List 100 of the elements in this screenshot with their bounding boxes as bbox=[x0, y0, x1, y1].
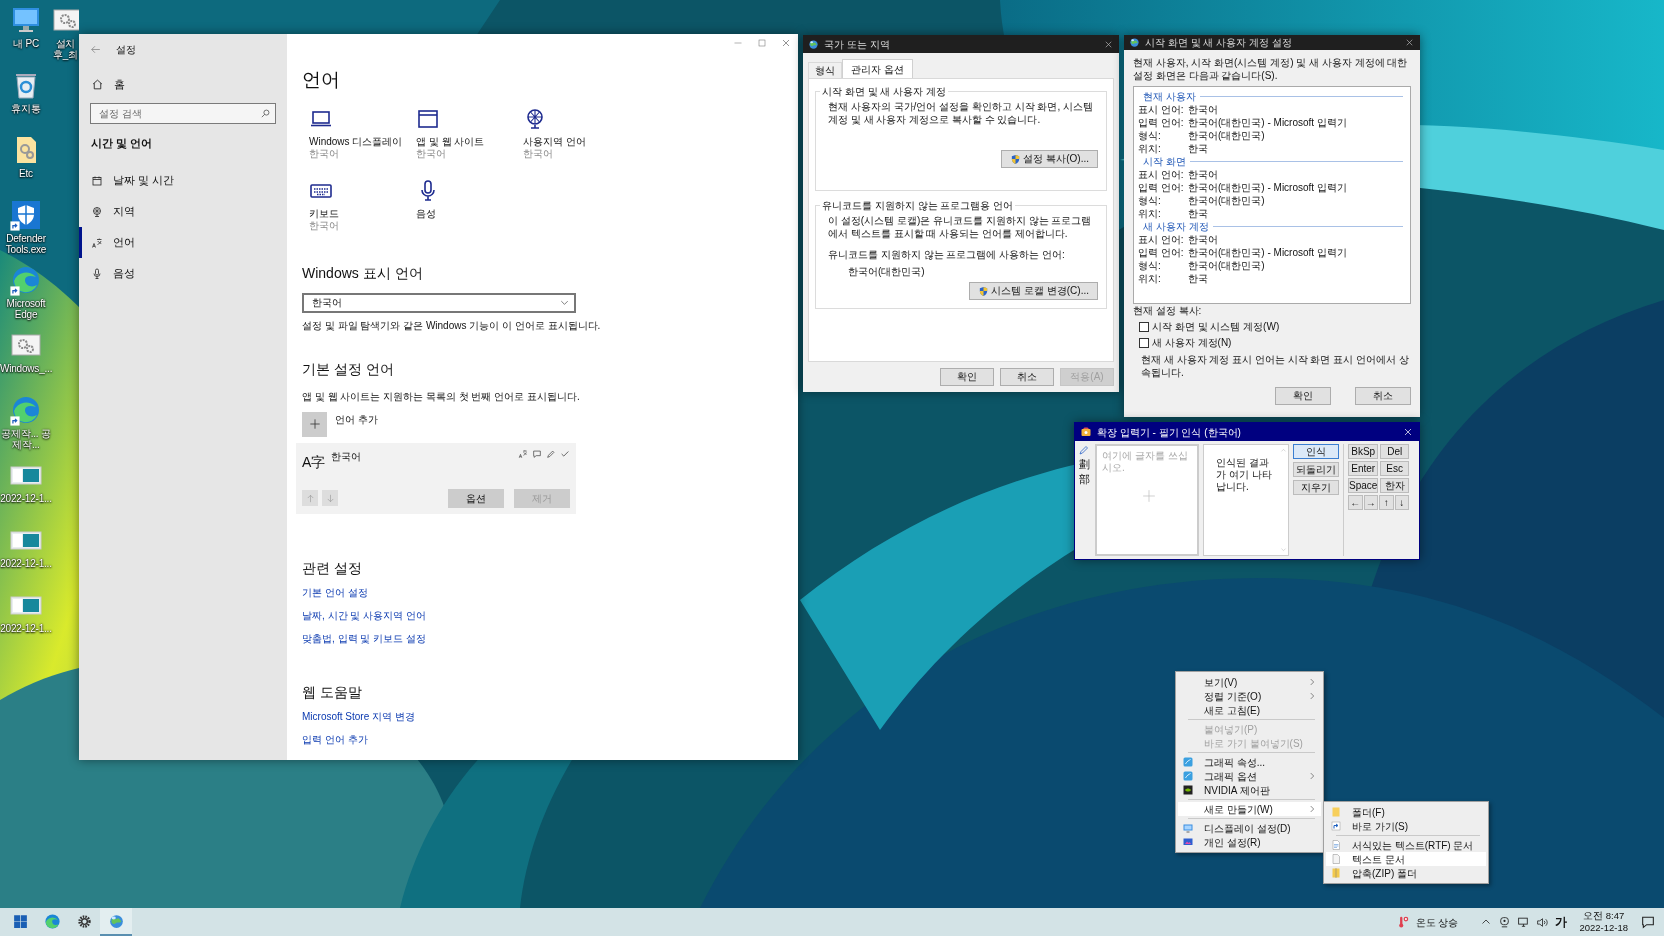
pen-icon[interactable] bbox=[1078, 444, 1090, 456]
close-icon[interactable] bbox=[1402, 426, 1414, 438]
desktop-icon-label[interactable]: 내 PC bbox=[0, 38, 52, 49]
weather-text[interactable]: 온도 상승 bbox=[1415, 914, 1459, 930]
globe-icon bbox=[1129, 37, 1140, 48]
action-button[interactable]: 되돌리기 bbox=[1293, 462, 1339, 477]
settings-tile[interactable]: 사용지역 언어 한국어 bbox=[516, 104, 623, 169]
menu-item[interactable]: 새로 고침(E) bbox=[1178, 703, 1321, 717]
language-button[interactable]: 옵션 bbox=[448, 488, 504, 508]
key-button[interactable]: Esc bbox=[1380, 461, 1409, 476]
description-text: 현재 사용자, 시작 화면(시스템 계정) 및 새 사용자 계정에 대한 설정 화면은 다음과 같습니다(S). bbox=[1133, 56, 1409, 82]
group-heading: 시작 화면 bbox=[1143, 155, 1186, 168]
menu-item[interactable]: 정렬 기준(O) bbox=[1178, 689, 1321, 703]
dialog-button[interactable]: 확인 bbox=[1275, 387, 1331, 405]
chevron-right-icon bbox=[1307, 804, 1317, 814]
gear-icon bbox=[75, 912, 93, 930]
volume-icon[interactable] bbox=[1536, 915, 1550, 929]
notification-icon[interactable] bbox=[1640, 914, 1656, 930]
browser-icon[interactable] bbox=[10, 394, 42, 426]
shortcut-arrow-icon bbox=[10, 416, 20, 426]
settings-link[interactable]: 기본 언어 설정 bbox=[302, 584, 368, 600]
add-language-button[interactable]: 언어 추가 bbox=[302, 411, 378, 437]
tool-glyph[interactable]: 部 bbox=[1078, 473, 1090, 486]
settings-link[interactable]: 입력 언어 추가 bbox=[302, 731, 368, 747]
nav-item[interactable]: 날짜 및 시간 bbox=[79, 165, 287, 196]
checkbox[interactable]: 새 사용자 계정(N) bbox=[1139, 336, 1411, 349]
menu-item[interactable]: 압축(ZIP) 폴더 bbox=[1326, 866, 1486, 880]
menu-item[interactable]: 바로 가기(S) bbox=[1326, 819, 1486, 833]
menu-item[interactable]: 새로 만들기(W) bbox=[1178, 802, 1321, 816]
settings-link[interactable]: Microsoft Store 지역 변경 bbox=[302, 708, 415, 724]
monitor-icon bbox=[1182, 822, 1194, 834]
tool-glyph[interactable]: 劃 bbox=[1078, 458, 1090, 471]
menu-item[interactable]: NVIDIA 제어판 bbox=[1178, 783, 1321, 797]
search-icon[interactable] bbox=[260, 107, 271, 119]
menu-item[interactable]: 텍스트 문서 bbox=[1326, 852, 1486, 866]
clock-time[interactable]: 오전 8:47 bbox=[1583, 910, 1625, 922]
key-button[interactable]: 한자 bbox=[1380, 478, 1409, 493]
key-button[interactable]: Space bbox=[1348, 478, 1379, 493]
menu-item[interactable]: 디스플레이 설정(D) bbox=[1178, 821, 1321, 835]
desktop-icon-label[interactable]: 설치 후_최 bbox=[52, 38, 79, 60]
section-heading: Windows 표시 언어 bbox=[302, 263, 424, 283]
search-field[interactable]: 설정 검색 bbox=[90, 102, 276, 124]
browser-icon[interactable] bbox=[10, 264, 42, 296]
settings-tile[interactable]: 앱 및 웹 사이트 한국어 bbox=[409, 104, 516, 169]
close-icon[interactable] bbox=[1404, 37, 1415, 48]
settings-tile[interactable]: Windows 디스플레이 한국어 bbox=[302, 104, 409, 169]
shield-icon[interactable] bbox=[10, 199, 42, 231]
settings-tile[interactable]: 키보드 한국어 bbox=[302, 176, 409, 241]
result-text: 인식된 결과가 여기 나타납니다. bbox=[1215, 456, 1273, 494]
field-value: 한국어(대한민국) bbox=[848, 265, 926, 278]
arrow-key[interactable]: → bbox=[1363, 495, 1378, 510]
field-value: 한국 bbox=[1188, 272, 1208, 285]
globe-icon bbox=[91, 205, 103, 218]
menu-item[interactable]: 개인 설정(R) bbox=[1178, 835, 1321, 849]
menu-item[interactable]: 폴더(F) bbox=[1326, 805, 1486, 819]
action-button[interactable]: 인식 bbox=[1293, 444, 1339, 459]
dialog-button[interactable]: 취소 bbox=[1355, 387, 1411, 405]
network-icon[interactable] bbox=[1517, 915, 1531, 929]
action-button[interactable]: 지우기 bbox=[1293, 480, 1339, 495]
field-label: 위치: bbox=[1138, 207, 1162, 220]
shield-button[interactable]: 설정 복사(O)... bbox=[1001, 150, 1098, 168]
arrow-key[interactable]: ↑ bbox=[1379, 495, 1394, 510]
nav-item[interactable]: 음성 bbox=[79, 258, 287, 289]
field-label: 표시 언어: bbox=[1138, 103, 1185, 116]
dialog-button[interactable]: 확인 bbox=[940, 368, 994, 386]
field-value: 한국어(대한민국) bbox=[1188, 129, 1265, 142]
window-title: 설정 bbox=[116, 42, 136, 57]
shield-button[interactable]: 시스템 로캘 변경(C)... bbox=[969, 282, 1098, 300]
nav-item[interactable]: 언어 bbox=[79, 227, 287, 258]
arrow-key[interactable]: ← bbox=[1348, 495, 1363, 510]
key-button[interactable]: Del bbox=[1380, 444, 1409, 459]
microphone-icon bbox=[91, 267, 103, 280]
checkbox[interactable]: 시작 화면 및 시스템 계정(W) bbox=[1139, 320, 1411, 333]
group-heading: 현재 사용자 bbox=[1143, 90, 1196, 103]
desktop-icon-label[interactable]: 휴지통 bbox=[0, 103, 52, 114]
field-value: 한국어(대한민국) - Microsoft 입력기 bbox=[1188, 116, 1347, 129]
dialog-button[interactable]: 취소 bbox=[1000, 368, 1054, 386]
menu-item[interactable]: 서식있는 텍스트(RTF) 문서 bbox=[1326, 838, 1486, 852]
handwriting-pad[interactable]: 여기에 글자를 쓰십시오. bbox=[1095, 444, 1199, 556]
language-dropdown[interactable]: 한국어 bbox=[302, 292, 576, 313]
menu-item[interactable]: 보기(V) bbox=[1178, 675, 1321, 689]
desktop-icon-label[interactable]: Defender Tools.exe bbox=[0, 233, 52, 255]
clock-date[interactable]: 2022-12-18 bbox=[1579, 922, 1628, 934]
home-link[interactable]: 홈 bbox=[79, 64, 137, 103]
tab[interactable]: 형식 bbox=[808, 62, 842, 78]
key-button[interactable]: Enter bbox=[1348, 461, 1379, 476]
settings-link[interactable]: 날짜, 시간 및 사용지역 언어 bbox=[302, 607, 426, 623]
menu-item[interactable]: 그래픽 옵션 bbox=[1178, 769, 1321, 783]
menu-item[interactable]: 그래픽 속성... bbox=[1178, 755, 1321, 769]
arrow-key[interactable]: ↓ bbox=[1394, 495, 1409, 510]
input-mode-indicator[interactable]: 가 bbox=[1555, 913, 1568, 931]
settings-link[interactable]: 맞춤법, 입력 및 키보드 설정 bbox=[302, 630, 426, 646]
webcam-icon[interactable] bbox=[1498, 915, 1512, 929]
settings-tile[interactable]: 음성 bbox=[409, 176, 516, 241]
nav-item[interactable]: 지역 bbox=[79, 196, 287, 227]
tab[interactable]: 관리자 옵션 bbox=[842, 59, 913, 78]
key-button[interactable]: BkSp bbox=[1348, 444, 1379, 459]
desktop-icon-label[interactable]: Etc bbox=[0, 168, 52, 179]
language-glyph: A字 bbox=[302, 452, 326, 471]
crosshair-icon bbox=[1142, 489, 1156, 503]
